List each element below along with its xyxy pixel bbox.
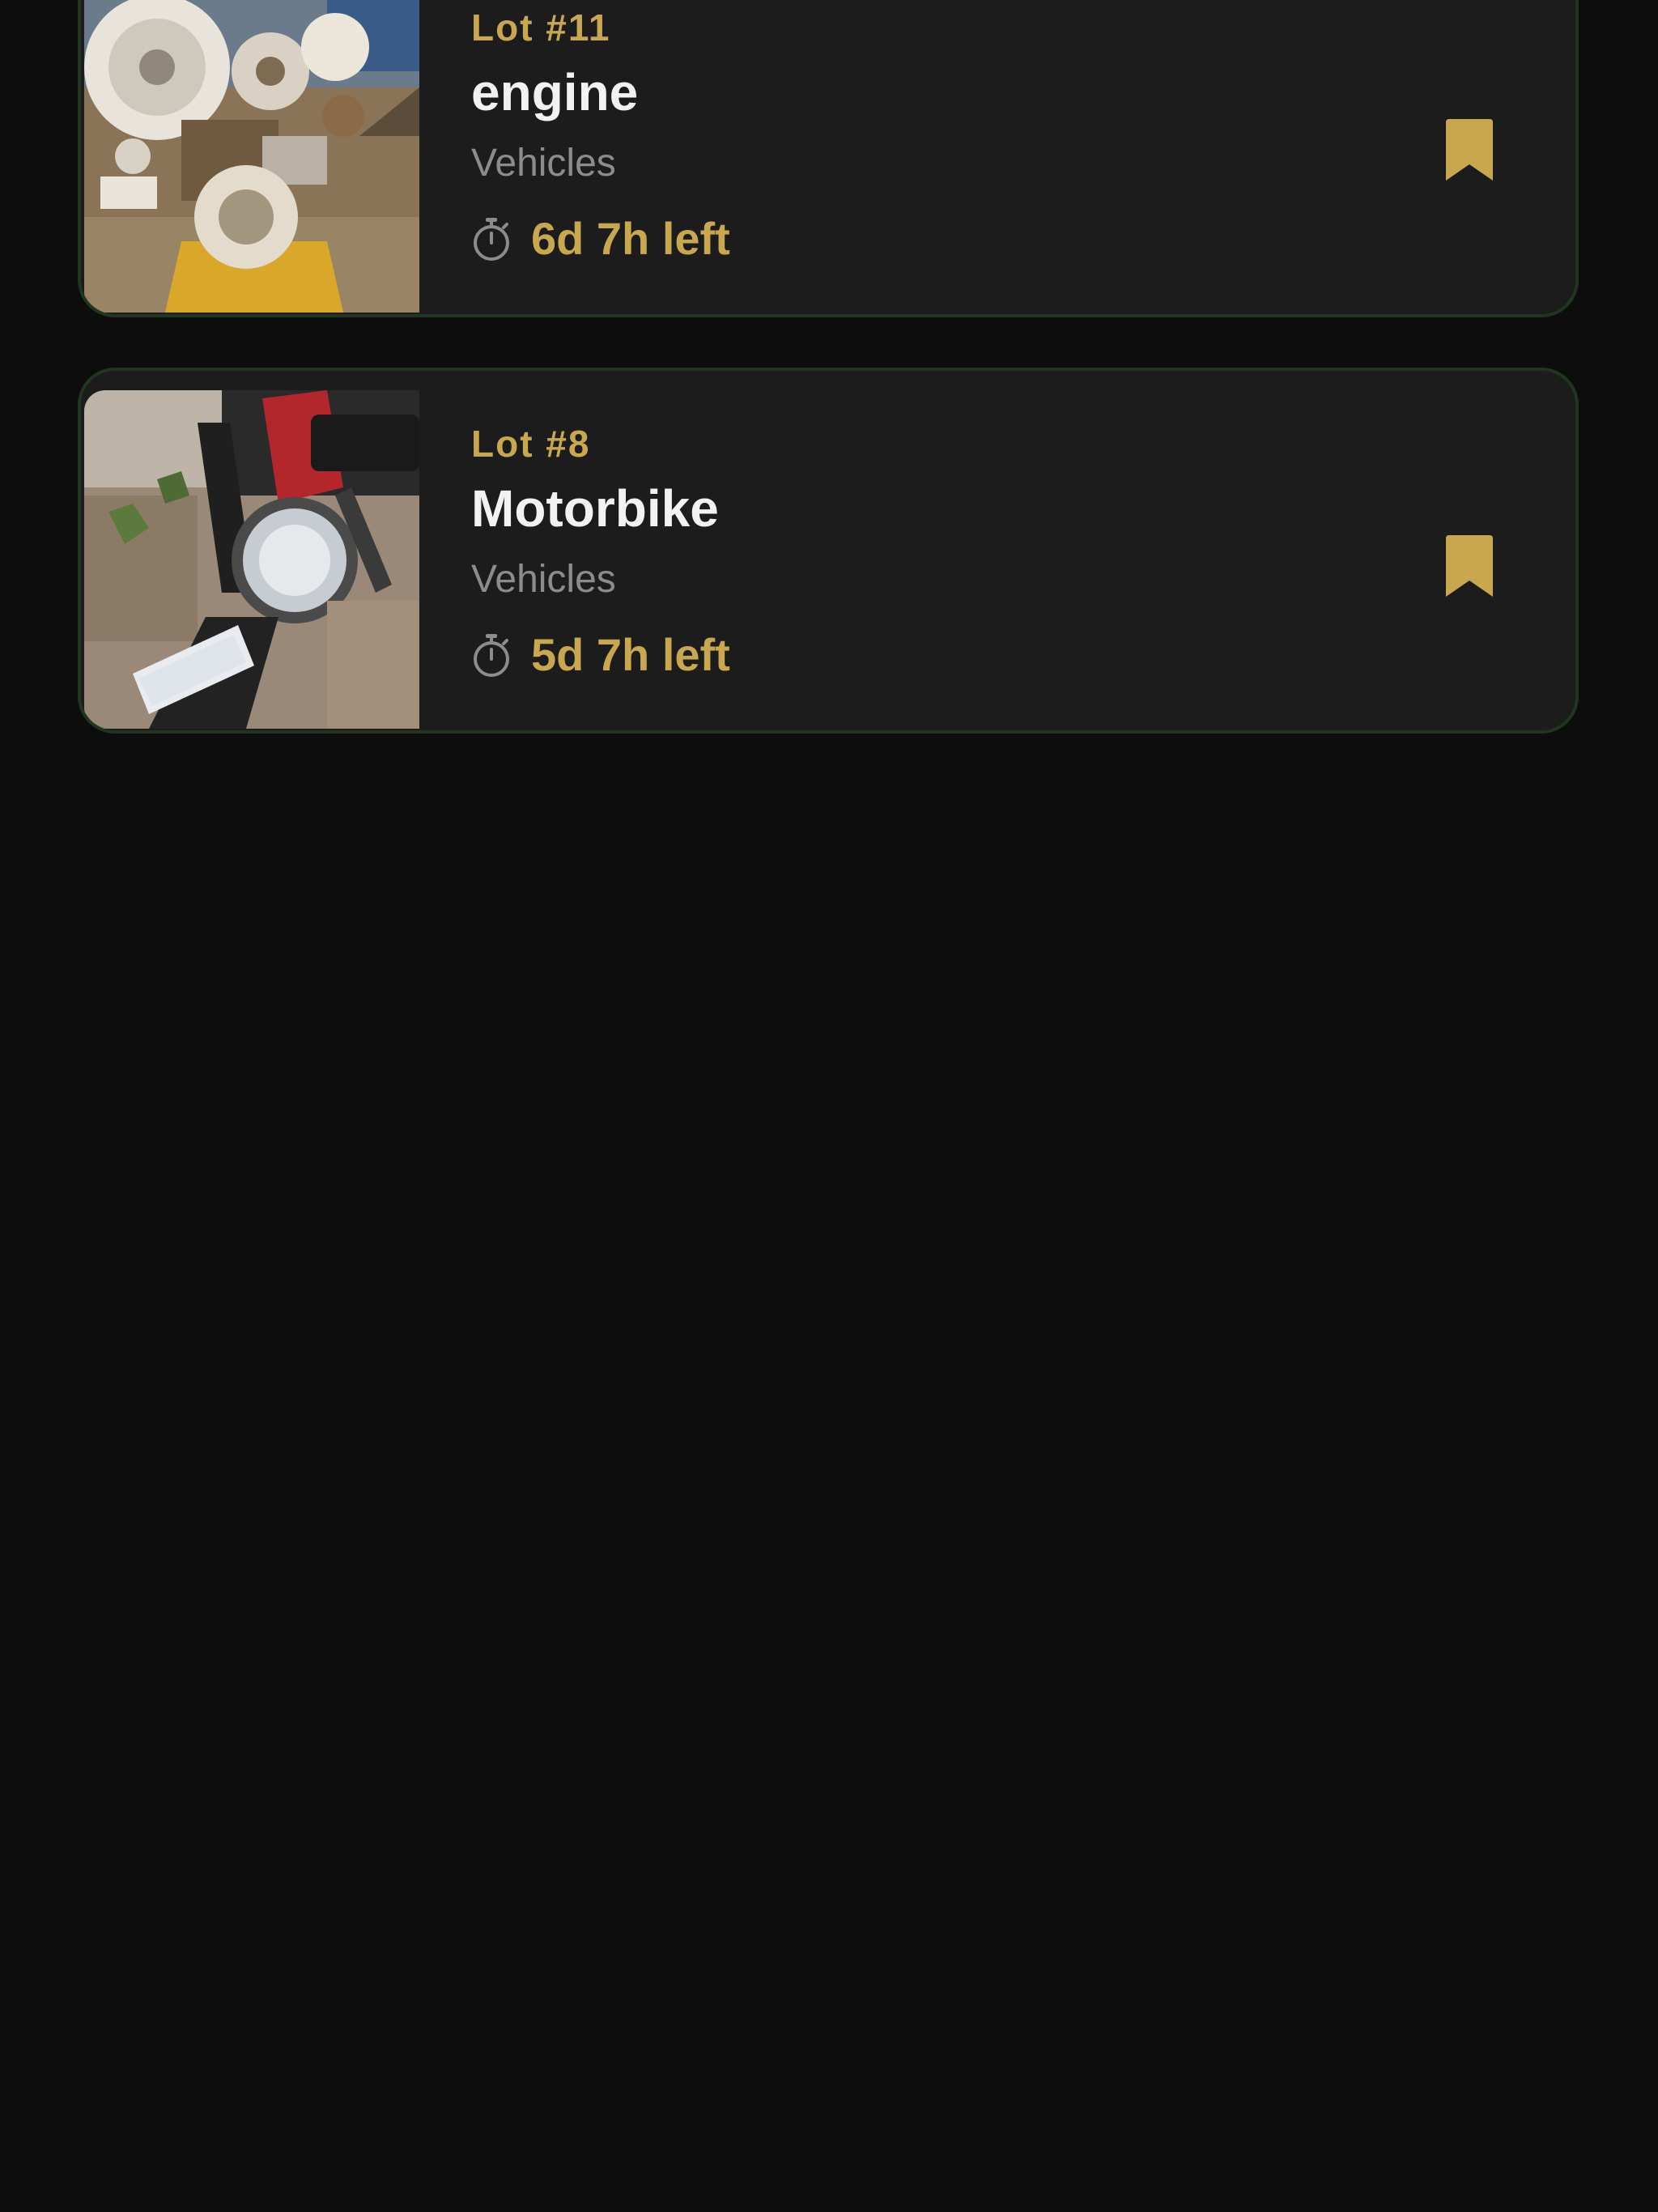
lot-card[interactable]: Lot #8 Motorbike Vehicles 5d 7h left xyxy=(78,368,1579,734)
bookmark-filled-icon xyxy=(1446,535,1493,597)
time-left-text: 5d 7h left xyxy=(531,629,730,680)
lot-info: Lot #11 engine Vehicles 6d 7h left xyxy=(471,5,730,266)
lot-thumbnail[interactable] xyxy=(84,390,419,729)
lot-list: Lot #11 engine Vehicles 6d 7h left Lot #… xyxy=(78,0,1579,784)
lot-title[interactable]: Motorbike xyxy=(471,478,730,539)
lot-number: Lot #8 xyxy=(471,423,591,465)
screen: Lot #11 engine Vehicles 6d 7h left Lot #… xyxy=(0,0,1658,2212)
lot-info: Lot #8 Motorbike Vehicles 5d 7h left xyxy=(471,421,730,682)
time-left: 6d 7h left xyxy=(471,212,730,266)
lot-thumbnail[interactable] xyxy=(84,0,419,313)
engine-photo xyxy=(84,0,419,313)
time-left: 5d 7h left xyxy=(471,628,730,682)
stopwatch-icon xyxy=(474,634,509,677)
motorbike-photo xyxy=(84,390,419,729)
lot-number: Lot #11 xyxy=(471,6,611,49)
lot-title[interactable]: engine xyxy=(471,62,730,123)
stopwatch-icon xyxy=(474,218,509,261)
time-left-text: 6d 7h left xyxy=(531,213,730,264)
bookmark-filled-icon xyxy=(1446,119,1493,181)
lot-category: Vehicles xyxy=(471,558,616,601)
bookmark-button[interactable] xyxy=(1417,97,1522,202)
lot-category: Vehicles xyxy=(471,142,616,185)
bookmark-button[interactable] xyxy=(1417,513,1522,619)
lot-card[interactable]: Lot #11 engine Vehicles 6d 7h left xyxy=(78,0,1579,317)
